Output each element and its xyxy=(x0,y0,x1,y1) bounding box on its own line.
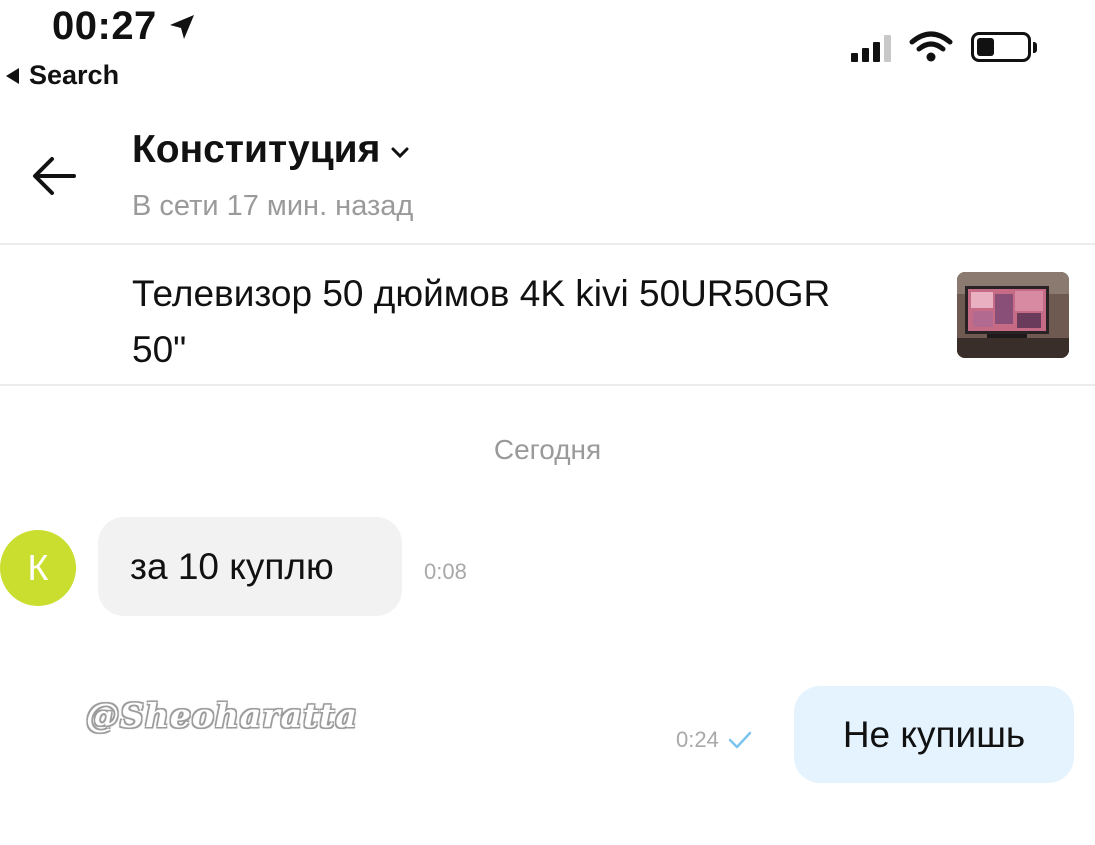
battery-icon xyxy=(971,32,1037,62)
message-time-status: 0:24 xyxy=(676,727,753,753)
date-separator: Сегодня xyxy=(493,434,602,465)
watermark: @Sheoharatta xyxy=(86,696,358,735)
wifi-icon xyxy=(909,31,953,62)
back-to-search-label: Search xyxy=(29,60,120,90)
back-to-search-link[interactable]: Search xyxy=(6,60,119,91)
status-time-text: 00:27 xyxy=(52,4,157,48)
chevron-down-icon xyxy=(391,147,409,159)
cellular-signal-icon xyxy=(851,32,891,62)
message-text: за 10 куплю xyxy=(130,545,334,587)
incoming-message-bubble[interactable]: за 10 куплю xyxy=(98,517,402,616)
product-thumbnail[interactable] xyxy=(957,272,1069,358)
location-arrow-icon xyxy=(169,14,194,39)
divider xyxy=(0,384,1095,386)
avatar[interactable]: К xyxy=(0,530,76,606)
chat-title-dropdown[interactable]: Конституция xyxy=(132,128,410,172)
divider xyxy=(0,243,1095,245)
outgoing-message-bubble[interactable]: Не купишь xyxy=(794,686,1074,783)
message-time: 0:08 xyxy=(424,559,467,584)
online-status: В сети 17 мин. назад xyxy=(132,190,414,222)
tv-photo-image xyxy=(957,272,1069,358)
message-time: 0:24 xyxy=(676,727,719,752)
back-triangle-icon xyxy=(6,67,19,84)
product-title[interactable]: Телевизор 50 дюймов 4K kivi 50UR50GR 50" xyxy=(132,266,892,378)
status-icons xyxy=(851,30,1037,64)
back-arrow-icon[interactable] xyxy=(28,150,80,202)
sent-check-icon xyxy=(728,731,752,749)
chat-screen: 00:27 Search Конституция В сети 17 мин. … xyxy=(0,0,1095,845)
status-time: 00:27 xyxy=(52,4,197,49)
message-text: Не купишь xyxy=(842,713,1026,755)
chat-title: Конституция xyxy=(132,128,381,171)
